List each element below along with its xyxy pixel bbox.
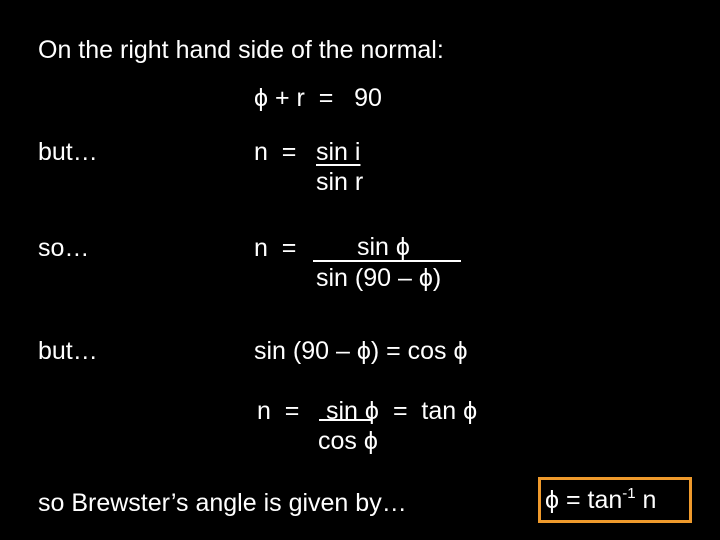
slide-title: On the right hand side of the normal: — [38, 36, 444, 64]
row4-denominator: cos ϕ — [318, 427, 378, 455]
row3-lead: but… — [38, 337, 98, 365]
formula-prefix: ϕ = tan — [545, 486, 623, 514]
row2-denominator: sin (90 – ϕ) — [316, 264, 442, 292]
conclusion-text: so Brewster’s angle is given by… — [38, 489, 407, 517]
row1-denominator: sin r — [316, 168, 364, 196]
brewster-formula: ϕ = tan-1 n — [545, 485, 657, 514]
row2-lhs: n = — [254, 234, 304, 262]
row4-rhs: = tan ϕ — [386, 397, 478, 425]
row1-lead: but… — [38, 138, 98, 166]
row4-lhs: n = — [257, 397, 307, 425]
cosine-identity: sin (90 – ϕ) = cos ϕ — [254, 337, 468, 365]
angle-sum-equation: ϕ + r = 90 — [254, 84, 382, 112]
fraction-bar — [319, 419, 371, 421]
row1-numerator: sin i — [316, 138, 361, 166]
formula-suffix: n — [635, 486, 657, 514]
row1-lhs: n = — [254, 138, 304, 166]
fraction-bar — [313, 260, 461, 262]
row2-lead: so… — [38, 234, 90, 262]
row2-numerator: sin ϕ — [357, 233, 410, 261]
formula-exponent: -1 — [622, 485, 636, 502]
